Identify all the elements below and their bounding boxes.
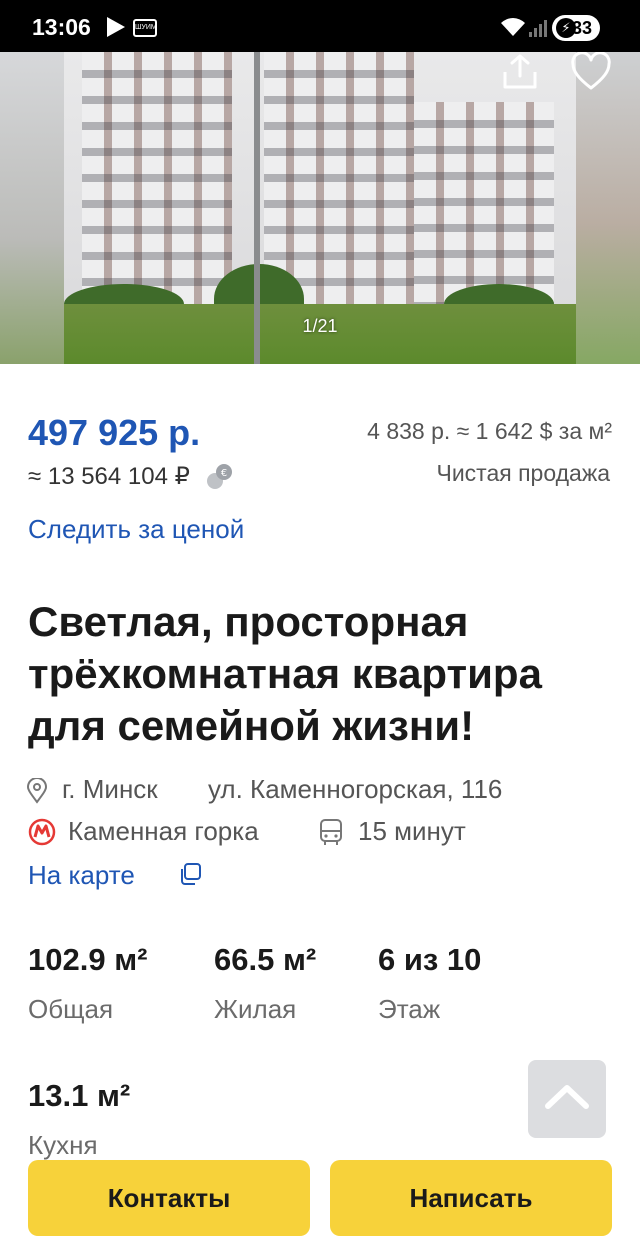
wifi-icon [501, 18, 525, 36]
spec-total-area-label: Общая [28, 994, 114, 1024]
spec-total-area-value: 102.9 м² [28, 942, 148, 977]
spec-floor-label: Этаж [378, 994, 441, 1024]
signal-icon [529, 20, 547, 37]
spec-living-area-value: 66.5 м² [214, 942, 317, 977]
chevron-up-icon [545, 1085, 589, 1109]
favorite-heart-icon[interactable] [570, 52, 612, 92]
spec-floor-value: 6 из 10 [378, 942, 482, 977]
write-message-button[interactable]: Написать [330, 1160, 612, 1236]
app-notification-icon: ШУИМ [133, 19, 157, 37]
building-section [82, 52, 232, 314]
contacts-button[interactable]: Контакты [28, 1160, 310, 1236]
battery-indicator: ⚡ 33 [552, 15, 600, 41]
listing-title: Светлая, просторная трёхкомнатная кварти… [28, 598, 542, 749]
location-pin-icon [26, 778, 48, 804]
spec-kitchen-area-label: Кухня [28, 1130, 98, 1160]
status-bar: 13:06 ШУИМ ⚡ 33 [0, 0, 640, 52]
address-city: г. Минск [62, 774, 158, 804]
track-price-link[interactable]: Следить за ценой [28, 514, 244, 545]
show-on-map-link[interactable]: На карте [28, 860, 135, 891]
price-rub: ≈ 13 564 104 ₽ [28, 463, 190, 490]
metro-station: Каменная горка [68, 816, 259, 846]
gallery-counter: 1/21 [302, 316, 338, 336]
play-icon [107, 17, 125, 37]
svg-text:€: € [221, 468, 227, 479]
scroll-to-top-button[interactable] [528, 1060, 606, 1138]
bus-icon [320, 819, 342, 845]
currency-coins-icon[interactable]: € [205, 462, 235, 492]
charging-icon: ⚡ [556, 18, 576, 38]
metro-icon [28, 818, 56, 846]
copy-icon[interactable] [178, 862, 202, 886]
price-byn: 497 925 р. [28, 412, 201, 453]
price-per-sqm: 4 838 р. ≈ 1 642 $ за м² [367, 418, 612, 444]
status-time: 13:06 [32, 14, 91, 40]
spec-living-area-label: Жилая [214, 994, 297, 1024]
share-icon[interactable] [500, 52, 540, 92]
metro-travel-time: 15 минут [358, 816, 466, 846]
sale-type: Чистая продажа [436, 460, 610, 486]
spec-kitchen-area-value: 13.1 м² [28, 1078, 131, 1113]
address-street: ул. Каменногорская, 116 [208, 774, 503, 804]
